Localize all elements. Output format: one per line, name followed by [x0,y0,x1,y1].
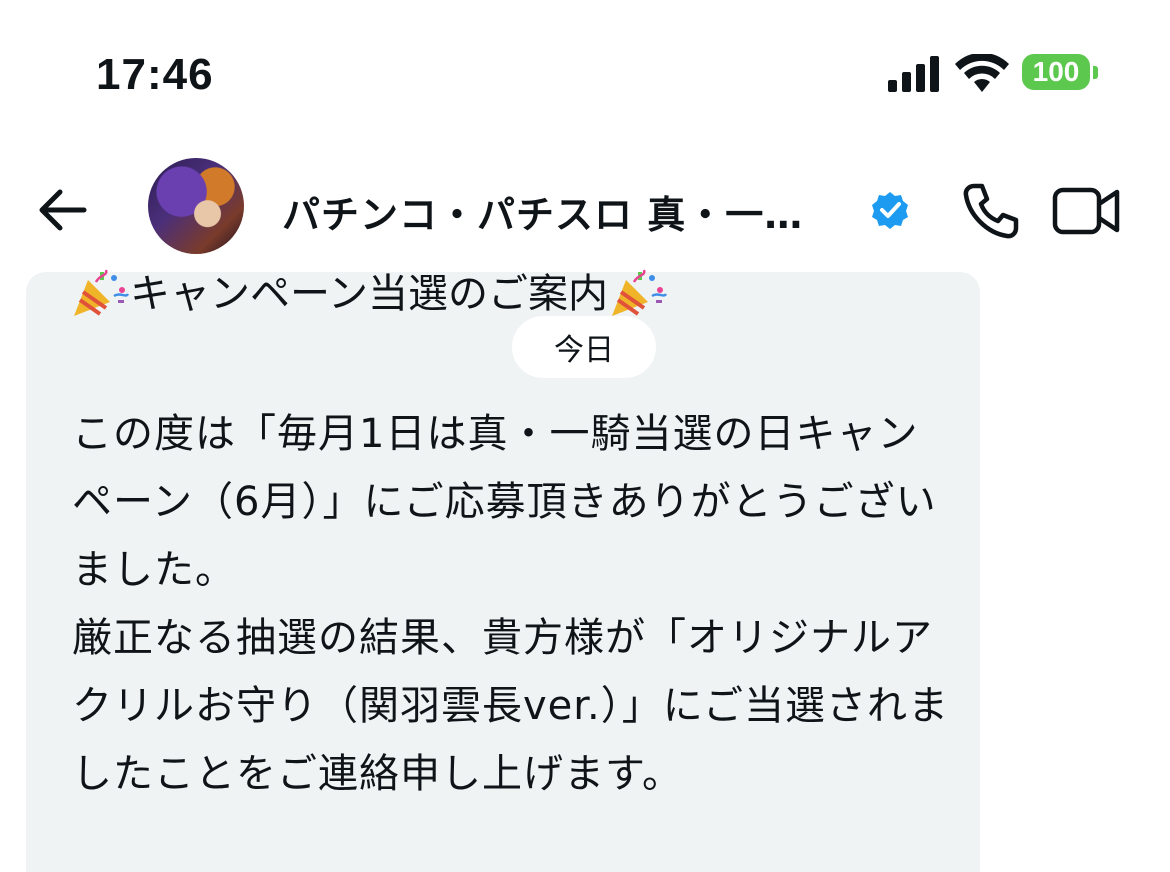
party-popper-icon [74,269,130,316]
video-camera-icon[interactable] [1052,182,1120,240]
message-title-text: キャンペーン当選のご案内 [130,271,608,317]
arrow-left-icon[interactable] [34,182,90,238]
battery-level: 100 [1032,56,1080,87]
message-line: この度は「毎月1日は真・一騎当選の日キャンペーン（6月）」にご応募頂きありがとう… [72,411,937,593]
cellular-signal-icon [888,56,939,92]
date-separator: 今日 [512,316,656,378]
battery-nub [1093,66,1098,79]
verified-badge-icon [872,192,908,229]
phone-icon[interactable] [960,180,1022,242]
status-time: 17:46 [96,50,214,99]
message-body: この度は「毎月1日は真・一騎当選の日キャンペーン（6月）」にご応募頂きありがとう… [72,400,952,808]
chat-title[interactable]: パチンコ・パチスロ 真・一… [282,184,803,239]
party-popper-icon [612,269,668,316]
avatar[interactable] [148,158,244,254]
wifi-icon [955,54,1009,92]
message-title: キャンペーン当選のご案内 [70,268,668,320]
message-line: 厳正なる抽選の結果、貴方様が「オリジナルアクリルお守り（関羽雲長ver.）」にご… [72,615,949,797]
battery-icon: 100 [1022,54,1090,90]
